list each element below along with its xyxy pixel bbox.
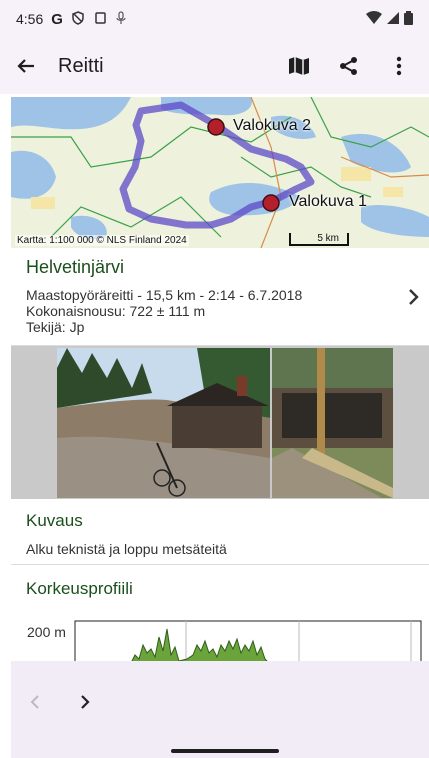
photo-gallery: [11, 346, 429, 499]
route-info-line: Kokonaisnousu: 722 ± 111 m: [26, 303, 206, 319]
status-bar: 4:56 G: [0, 0, 429, 38]
signal-icon: [386, 11, 400, 28]
status-time: 4:56: [16, 11, 44, 27]
route-photo-structure[interactable]: [272, 348, 393, 498]
divider: [11, 564, 429, 565]
shield-icon: [71, 10, 85, 28]
description-heading: Kuvaus: [26, 511, 83, 530]
map-icon[interactable]: [285, 52, 313, 80]
map-scale: 5 km: [289, 233, 349, 246]
share-icon[interactable]: [335, 52, 363, 80]
route-info-line: Tekijä: Jp: [26, 319, 85, 335]
description-text: Alku teknistä ja loppu metsäteitä: [26, 541, 227, 557]
map-photo-label-2: Valokuva 2: [233, 117, 311, 134]
home-indicator[interactable]: [171, 749, 279, 753]
next-chevron-icon[interactable]: [79, 693, 91, 716]
profile-heading: Korkeusprofiili: [26, 579, 133, 598]
map-photo-label-1: Valokuva 1: [289, 193, 367, 210]
mic-off-icon: [115, 10, 127, 28]
route-title: Helvetinjärvi: [26, 257, 125, 277]
map-credit: Kartta: 1:100 000 © NLS Finland 2024: [15, 235, 189, 246]
route-map[interactable]: Valokuva 2 Valokuva 1 Kartta: 1:100 000 …: [11, 97, 429, 248]
app-bar: Reitti: [0, 38, 429, 94]
route-info-line: Maastopyöräreitti - 15,5 km - 2:14 - 6.7…: [26, 287, 303, 303]
screen-icon: [93, 11, 107, 28]
chevron-right-icon[interactable]: [407, 288, 419, 311]
more-vert-icon[interactable]: [385, 52, 413, 80]
battery-icon: [404, 10, 413, 28]
back-arrow-icon[interactable]: [12, 52, 40, 80]
route-info[interactable]: Maastopyöräreitti - 15,5 km - 2:14 - 6.7…: [26, 287, 302, 335]
google-icon: G: [51, 10, 63, 28]
bottom-navigation-bar: [11, 661, 429, 758]
wifi-icon: [366, 10, 382, 28]
elevation-profile: 200 m: [11, 615, 429, 663]
route-photo-shelter[interactable]: [57, 348, 270, 498]
previous-chevron-icon[interactable]: [29, 693, 41, 716]
page-title: Reitti: [58, 54, 104, 77]
